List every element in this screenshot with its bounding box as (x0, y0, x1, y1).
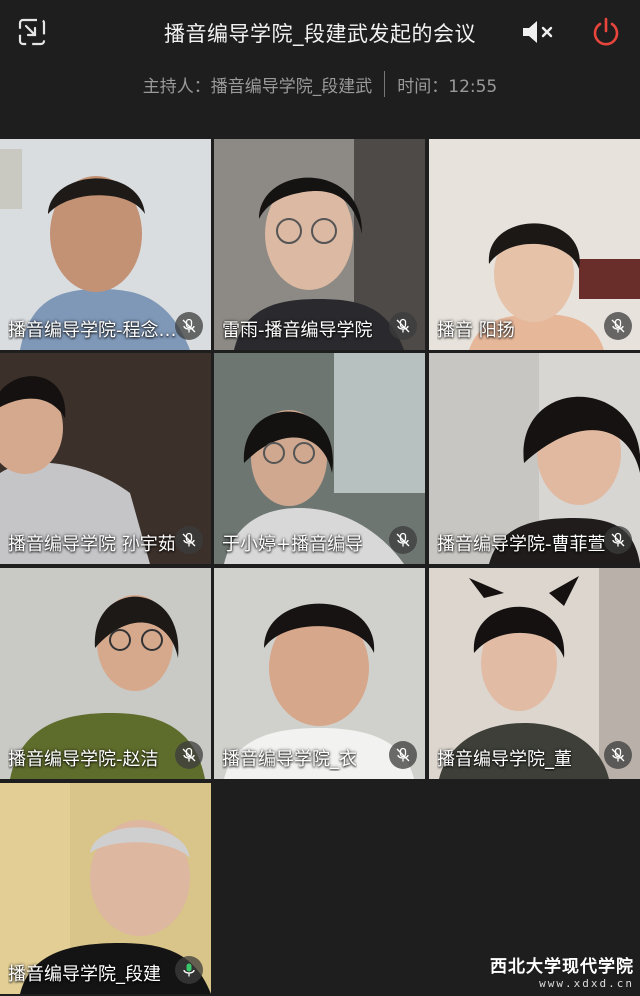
video-tile[interactable]: 播音编导学院_段建 (0, 783, 211, 994)
video-tile[interactable]: 雷雨-播音编导学院 (214, 139, 425, 350)
video-tile[interactable]: 播音编导学院_衣 (214, 568, 425, 779)
time-label: 时间：12:55 (397, 76, 498, 97)
mic-muted-icon (604, 312, 632, 340)
top-bar: 播音编导学院_段建武发起的会议 (0, 0, 640, 64)
host-label: 主持人：播音编导学院_段建武 (142, 76, 373, 97)
mic-muted-icon (604, 741, 632, 769)
info-divider (384, 71, 386, 97)
participant-name: 播音 阳扬 (437, 320, 515, 341)
participant-name: 播音编导学院-曹菲萱 (437, 534, 606, 555)
video-tile[interactable]: 播音编导学院-曹菲萱 (429, 353, 640, 564)
mic-muted-icon (389, 741, 417, 769)
participant-name: 于小婷+播音编导 (222, 534, 364, 555)
video-tile[interactable]: 播音编导学院-程念… (0, 139, 211, 350)
mic-muted-icon (389, 312, 417, 340)
video-tile[interactable]: 播音编导学院-赵洁 (0, 568, 211, 779)
participant-name: 播音编导学院-赵洁 (8, 749, 159, 770)
speaker-mute-icon[interactable] (518, 14, 558, 50)
video-tile[interactable]: 播音编导学院_董 (429, 568, 640, 779)
mic-muted-icon (175, 741, 203, 769)
video-tile[interactable]: 于小婷+播音编导 (214, 353, 425, 564)
meeting-info-bar: 主持人：播音编导学院_段建武 时间：12:55 (0, 66, 640, 102)
video-tile[interactable]: 播音编导学院 孙宇茹 (0, 353, 211, 564)
mic-active-icon (175, 956, 203, 984)
participant-name: 播音编导学院 孙宇茹 (8, 534, 176, 555)
participant-name: 播音编导学院-程念… (8, 320, 177, 341)
watermark-url: www.xdxd.cn (539, 977, 634, 990)
mic-muted-icon (389, 526, 417, 554)
mic-muted-icon (604, 526, 632, 554)
college-watermark: 西北大学现代学院 www.xdxd.cn (490, 952, 634, 990)
mic-muted-icon (175, 312, 203, 340)
mic-muted-icon (175, 526, 203, 554)
participant-name: 播音编导学院_段建 (8, 964, 161, 985)
participant-name: 雷雨-播音编导学院 (222, 320, 373, 341)
meeting-title: 播音编导学院_段建武发起的会议 (164, 22, 476, 46)
participant-name: 播音编导学院_董 (437, 749, 572, 770)
participant-name: 播音编导学院_衣 (222, 749, 357, 770)
minimize-window-icon[interactable] (14, 14, 50, 50)
video-tile[interactable]: 播音 阳扬 (429, 139, 640, 350)
power-leave-icon[interactable] (586, 12, 626, 52)
watermark-name: 西北大学现代学院 (490, 957, 634, 977)
